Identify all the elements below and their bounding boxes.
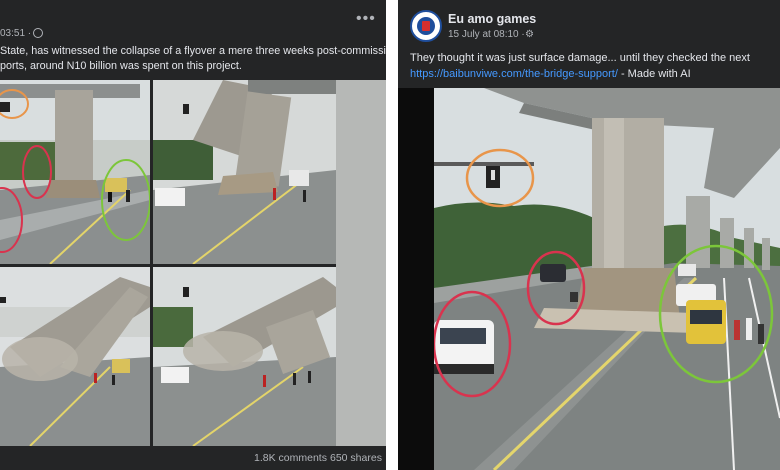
grid-photo-1[interactable] — [0, 80, 150, 264]
page-avatar[interactable] — [410, 10, 442, 42]
panel-divider — [386, 0, 398, 470]
image-grid-edge — [336, 80, 386, 446]
right-post-text: They thought it was just surface damage.… — [410, 50, 778, 82]
grid-photo-4[interactable] — [153, 267, 336, 446]
settings-icon: ⚙ — [525, 29, 534, 40]
left-post-text-line2: ports, around N10 billion was spent on t… — [0, 60, 242, 72]
globe-icon — [33, 28, 43, 38]
grid-photo-2[interactable] — [153, 80, 336, 264]
main-photo[interactable] — [434, 88, 780, 470]
left-post-time[interactable]: 03:51 · — [0, 28, 31, 39]
left-post-header: 03:51 · ••• State, has witnessed the col… — [0, 0, 416, 80]
right-post-time[interactable]: 15 July at 08:10 · — [448, 29, 525, 40]
left-post-text-line1: State, has witnessed the collapse of a f… — [0, 45, 416, 57]
right-post-caption: They thought it was just surface damage.… — [410, 52, 750, 64]
shares-count[interactable]: 650 shares — [330, 452, 382, 464]
grid-photo-3[interactable] — [0, 267, 150, 446]
right-post: Eu amo games 15 July at 08:10 · ⚙ They t… — [398, 0, 780, 470]
right-post-link-line: https://baibunviwe.com/the-bridge-suppor… — [410, 66, 778, 82]
left-post: 03:51 · ••• State, has witnessed the col… — [0, 0, 416, 470]
avatar-flag — [422, 21, 430, 31]
more-options-icon[interactable]: ••• — [356, 11, 376, 27]
post-link[interactable]: https://baibunviwe.com/the-bridge-suppor… — [410, 68, 618, 80]
right-post-author[interactable]: Eu amo games — [448, 12, 536, 26]
left-post-text: State, has witnessed the collapse of a f… — [0, 44, 416, 74]
left-post-footer: 1.8K comments 650 shares — [0, 446, 386, 470]
photo-left-border — [398, 88, 434, 470]
comments-count[interactable]: 1.8K comments — [254, 452, 327, 464]
link-suffix: - Made with AI — [617, 68, 691, 80]
